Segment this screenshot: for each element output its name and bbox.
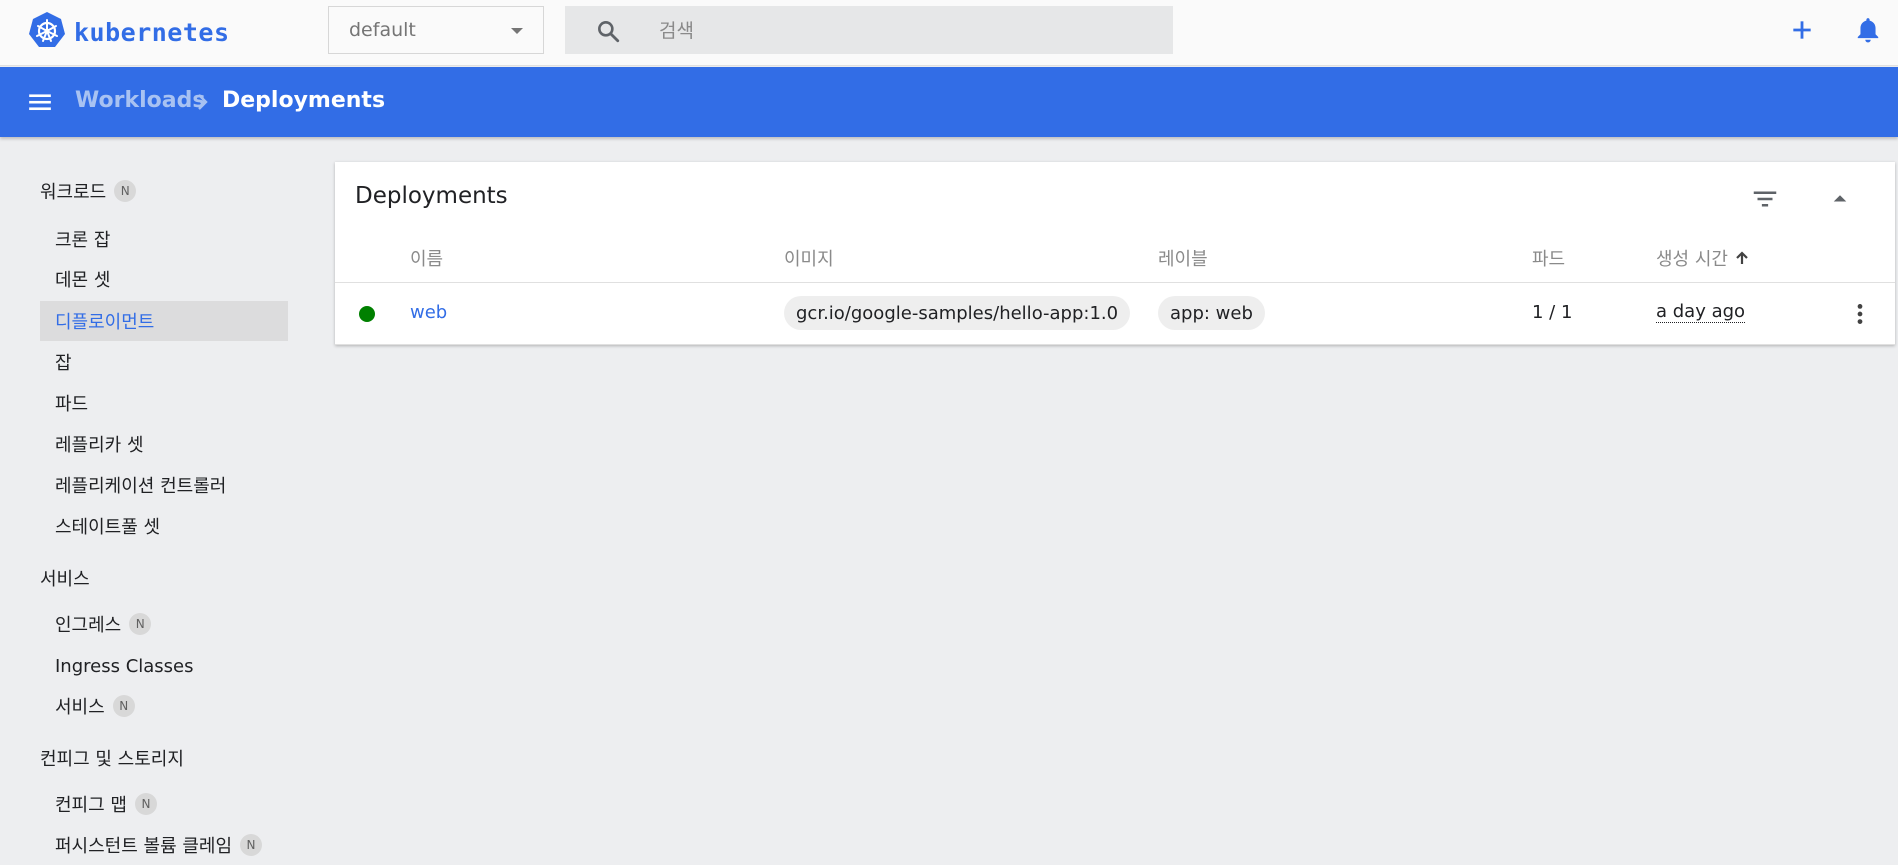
breadcrumb-bar: Workloads Deployments bbox=[0, 67, 1898, 137]
sidebar-item-label: 잡 bbox=[55, 353, 72, 374]
create-plus-icon[interactable] bbox=[1789, 16, 1815, 48]
sidebar-section-title: 컨피그 및 스토리지 bbox=[40, 749, 184, 770]
sidebar-item-pods[interactable]: 파드 bbox=[40, 383, 288, 423]
created-age: a day ago bbox=[1656, 301, 1746, 323]
chevron-down-icon bbox=[511, 28, 523, 34]
sidebar-item-label: 디플로이먼트 bbox=[55, 312, 155, 333]
pods-count: 1 / 1 bbox=[1532, 302, 1573, 323]
filter-icon[interactable] bbox=[1750, 184, 1780, 218]
logo-text: kubernetes bbox=[74, 17, 230, 47]
kubernetes-logo-icon bbox=[28, 11, 66, 53]
table-row: web gcr.io/google-samples/hello-app:1.0 … bbox=[335, 283, 1895, 344]
column-header-labels: 레이블 bbox=[1158, 245, 1208, 271]
sidebar-item-label: 서비스 bbox=[55, 697, 105, 718]
sidebar-item-label: Ingress Classes bbox=[55, 655, 194, 677]
sidebar-section-title: 서비스 bbox=[40, 569, 90, 590]
column-header-label: 파드 bbox=[1532, 249, 1566, 270]
sidebar-item-configmaps[interactable]: 컨피그 맵 N bbox=[40, 784, 288, 824]
namespaced-badge: N bbox=[240, 834, 263, 856]
namespaced-badge: N bbox=[112, 695, 135, 717]
namespaced-badge: N bbox=[134, 793, 157, 815]
namespace-select-value: default bbox=[349, 19, 416, 41]
sidebar-item-services[interactable]: 서비스 N bbox=[40, 686, 288, 726]
image-chip: gcr.io/google-samples/hello-app:1.0 bbox=[784, 296, 1131, 330]
sidebar-item-label: 레플리카 셋 bbox=[55, 435, 144, 456]
sidebar-section-workloads[interactable]: 워크로드 N bbox=[40, 178, 137, 204]
sidebar-item-label: 컨피그 맵 bbox=[55, 795, 127, 816]
deployments-card: Deployments 이름 이미지 레이블 파드 생성 시간 web gcr.… bbox=[335, 162, 1895, 345]
sidebar-item-label: 레플리케이션 컨트롤러 bbox=[55, 476, 227, 497]
sidebar-item-cronjobs[interactable]: 크론 잡 bbox=[40, 219, 288, 259]
sidebar-item-label: 퍼시스턴트 볼륨 클레임 bbox=[55, 836, 233, 857]
column-header-images: 이미지 bbox=[784, 245, 834, 271]
status-running-icon bbox=[359, 306, 375, 322]
sidebar-item-label: 데몬 셋 bbox=[55, 270, 111, 291]
sidebar-item-deployments[interactable]: 디플로이먼트 bbox=[40, 301, 288, 341]
namespaced-badge: N bbox=[129, 613, 152, 635]
sidebar-item-replication-controllers[interactable]: 레플리케이션 컨트롤러 bbox=[40, 465, 288, 505]
sidebar-item-ingress-classes[interactable]: Ingress Classes bbox=[40, 646, 288, 686]
sidebar-item-daemonsets[interactable]: 데몬 셋 bbox=[40, 259, 288, 299]
search-bar bbox=[565, 6, 1173, 56]
sidebar-item-jobs[interactable]: 잡 bbox=[40, 342, 288, 382]
notifications-bell-icon[interactable] bbox=[1855, 16, 1881, 48]
menu-icon[interactable] bbox=[26, 89, 54, 119]
sidebar-section-config-storage[interactable]: 컨피그 및 스토리지 bbox=[40, 745, 184, 771]
namespace-select[interactable]: default bbox=[328, 6, 544, 54]
divider bbox=[335, 344, 1895, 345]
sidebar-item-label: 인그레스 bbox=[55, 615, 122, 636]
label-chip: app: web bbox=[1158, 296, 1265, 330]
chevron-right-icon bbox=[193, 91, 213, 117]
sidebar-item-label: 파드 bbox=[55, 394, 89, 415]
collapse-caret-up-icon[interactable] bbox=[1825, 184, 1855, 218]
sidebar-item-persistent-volume-claims[interactable]: 퍼시스턴트 볼륨 클레임 N bbox=[40, 825, 288, 865]
arrow-up-icon bbox=[1734, 250, 1750, 266]
column-header-label: 이미지 bbox=[784, 249, 834, 270]
sidebar-item-ingresses[interactable]: 인그레스 N bbox=[40, 604, 288, 644]
sidebar-item-label: 크론 잡 bbox=[55, 230, 111, 251]
more-vert-icon[interactable] bbox=[1847, 300, 1873, 332]
sidebar: 워크로드 N 크론 잡 데몬 셋 디플로이먼트 잡 파드 레플리카 셋 레플리케… bbox=[0, 138, 300, 861]
sidebar-item-label: 스테이트풀 셋 bbox=[55, 517, 161, 538]
column-header-created[interactable]: 생성 시간 bbox=[1656, 245, 1750, 271]
column-header-label: 이름 bbox=[410, 249, 444, 270]
card-title: Deployments bbox=[355, 183, 508, 209]
column-header-label: 생성 시간 bbox=[1656, 249, 1728, 270]
column-header-name[interactable]: 이름 bbox=[410, 245, 443, 271]
column-header-label: 레이블 bbox=[1158, 249, 1208, 270]
column-header-pods: 파드 bbox=[1532, 245, 1565, 271]
deployment-name-link[interactable]: web bbox=[410, 302, 447, 323]
sidebar-item-statefulsets[interactable]: 스테이트풀 셋 bbox=[40, 506, 288, 546]
breadcrumb-workloads[interactable]: Workloads bbox=[75, 88, 205, 113]
logo[interactable]: kubernetes bbox=[28, 11, 230, 53]
sidebar-section-services[interactable]: 서비스 bbox=[40, 565, 90, 591]
sidebar-section-title: 워크로드 bbox=[40, 182, 107, 203]
namespaced-badge: N bbox=[114, 180, 137, 202]
search-icon[interactable] bbox=[595, 18, 621, 48]
breadcrumb-current: Deployments bbox=[222, 88, 386, 113]
sidebar-item-replicasets[interactable]: 레플리카 셋 bbox=[40, 424, 288, 464]
search-input[interactable] bbox=[657, 6, 1141, 56]
top-bar: kubernetes default bbox=[0, 0, 1898, 66]
